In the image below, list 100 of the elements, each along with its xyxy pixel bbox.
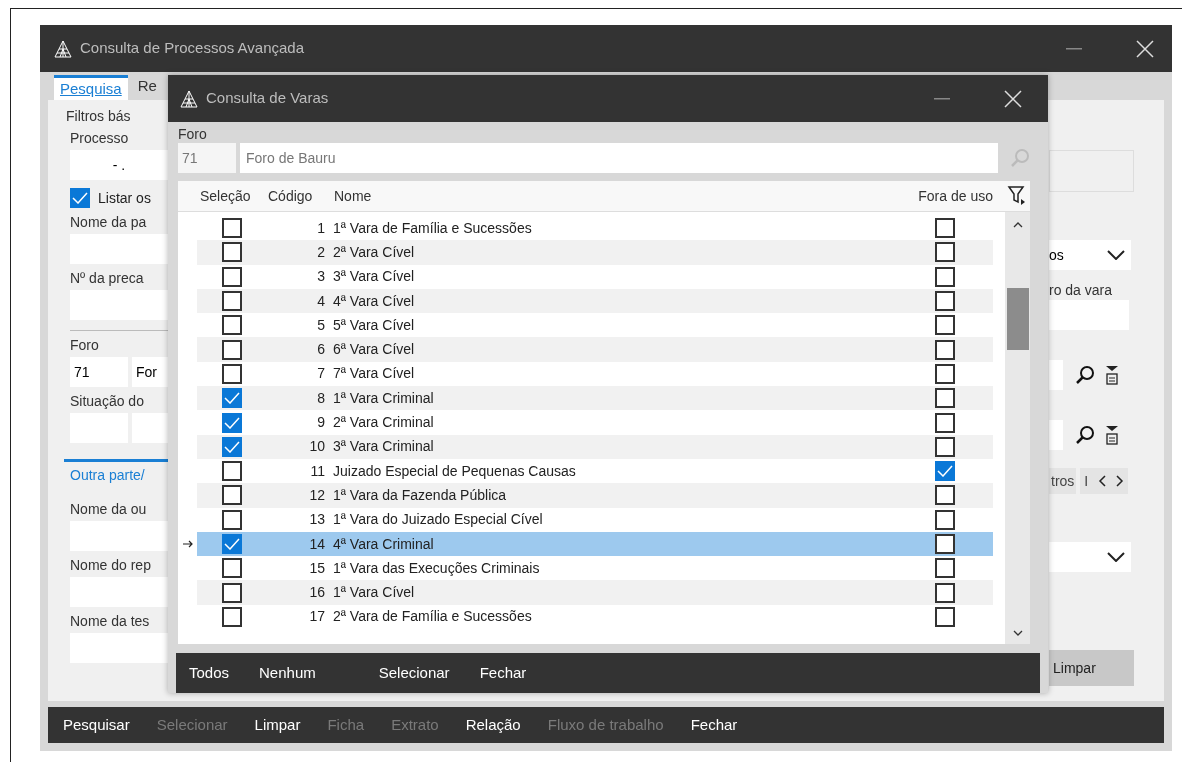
table-row[interactable]: 2 2ª Vara Cível — [197, 240, 993, 265]
checkbox[interactable] — [935, 436, 955, 457]
checkbox[interactable] — [935, 485, 955, 506]
input-field[interactable] — [1049, 360, 1063, 390]
checkbox[interactable] — [935, 582, 955, 603]
table-cell-text: 14 — [308, 534, 326, 554]
checkbox[interactable] — [222, 291, 242, 312]
checkbox[interactable] — [222, 363, 242, 384]
toolbar-button[interactable]: Limpar — [254, 713, 301, 737]
table-cell-text: 9 — [316, 413, 326, 432]
input-field[interactable] — [1049, 300, 1129, 330]
chevron-down-icon[interactable] — [1012, 630, 1023, 636]
column-header[interactable]: Fora de uso — [918, 185, 993, 207]
toolbar-button[interactable]: Pesquisar — [63, 713, 130, 737]
document-icon[interactable] — [1105, 425, 1119, 445]
table-cell-text: 4 — [316, 291, 326, 311]
chevron-down-icon — [1107, 250, 1125, 260]
scrollbar[interactable] — [1005, 212, 1030, 644]
checkbox[interactable] — [70, 188, 90, 208]
checkbox[interactable] — [935, 509, 955, 530]
checkbox[interactable] — [935, 218, 955, 239]
table-row[interactable]: 10 3ª Vara Criminal — [197, 434, 993, 459]
checkbox[interactable] — [222, 461, 242, 482]
footer-button[interactable]: Nenhum — [259, 661, 316, 685]
filter-icon[interactable] — [1007, 185, 1027, 207]
table-cell-text: 1ª Vara da Fazenda Pública — [333, 485, 508, 505]
group-title: Filtros bás — [66, 108, 132, 124]
table-row[interactable]: 4 4ª Vara Cível — [197, 288, 993, 314]
input-field[interactable] — [70, 633, 168, 663]
checkbox[interactable] — [222, 218, 242, 239]
checkbox[interactable] — [222, 485, 242, 506]
toolbar-button[interactable]: Fechar — [690, 713, 738, 737]
close-icon[interactable] — [1004, 89, 1022, 108]
checkbox[interactable] — [935, 363, 955, 384]
table-row[interactable]: 12 1ª Vara da Fazenda Pública — [197, 483, 993, 508]
checkbox[interactable] — [935, 388, 955, 409]
search-icon[interactable] — [1075, 365, 1095, 385]
checkbox[interactable] — [222, 558, 242, 579]
tab[interactable]: tros — [1049, 468, 1077, 494]
input-field[interactable]: 71 — [70, 357, 128, 387]
tab[interactable]: I — [1084, 470, 1089, 492]
input-field[interactable] — [70, 521, 168, 551]
scrollbar-thumb[interactable] — [1006, 288, 1029, 350]
toolbar-button[interactable]: Relação — [465, 713, 521, 737]
checkbox[interactable] — [222, 388, 242, 409]
checkbox[interactable] — [935, 291, 955, 312]
table-cell-text: 3ª Vara Criminal — [333, 437, 435, 457]
input-field[interactable] — [132, 413, 168, 443]
checkbox[interactable] — [935, 315, 955, 336]
document-icon[interactable] — [1105, 365, 1119, 385]
table-cell-text: 5 — [316, 315, 326, 335]
checkbox[interactable] — [935, 606, 955, 627]
input-field[interactable] — [70, 290, 168, 320]
clear-button[interactable]: Limpar — [1049, 650, 1134, 686]
footer-button[interactable]: Selecionar — [378, 661, 450, 685]
column-header[interactable]: Código — [266, 185, 334, 207]
chevron-right-icon[interactable] — [1116, 475, 1125, 487]
checkbox[interactable] — [935, 242, 955, 263]
checkbox[interactable] — [222, 315, 242, 336]
checkbox[interactable] — [935, 461, 955, 482]
arrow-right-icon — [182, 540, 193, 548]
checkbox[interactable] — [935, 534, 955, 554]
dropdown[interactable]: os — [1049, 240, 1131, 270]
close-icon[interactable] — [1136, 39, 1154, 58]
minimize-icon[interactable] — [1066, 47, 1082, 50]
input-field[interactable] — [70, 577, 168, 607]
search-icon[interactable] — [1075, 425, 1095, 445]
minimize-icon[interactable] — [934, 97, 950, 100]
checkbox[interactable] — [222, 509, 242, 530]
checkbox[interactable] — [935, 412, 955, 433]
chevron-left-icon[interactable] — [1098, 475, 1107, 487]
checkbox[interactable] — [222, 582, 242, 603]
column-header[interactable]: Seleção — [200, 185, 266, 207]
table-cell-text: 1 — [316, 218, 326, 238]
checkbox[interactable] — [222, 339, 242, 360]
checkbox[interactable] — [222, 242, 242, 263]
table-row[interactable]: 16 1ª Vara Cível — [197, 580, 993, 605]
checkbox[interactable] — [935, 266, 955, 287]
table-row[interactable]: 14 4ª Vara Criminal — [197, 531, 993, 557]
checkbox[interactable] — [222, 412, 242, 433]
table-row[interactable]: 8 1ª Vara Criminal — [197, 386, 993, 411]
chevron-up-icon[interactable] — [1012, 222, 1023, 228]
checkbox[interactable] — [222, 534, 242, 554]
table-cell-text: 2ª Vara Criminal — [333, 413, 435, 432]
footer-button[interactable]: Todos — [189, 661, 230, 685]
input-field[interactable] — [70, 234, 168, 264]
table-row[interactable]: 6 6ª Vara Cível — [197, 337, 993, 362]
tab[interactable]: Pesquisa — [54, 75, 128, 100]
checkbox[interactable] — [222, 436, 242, 457]
input-field[interactable] — [1049, 420, 1063, 450]
checkbox[interactable] — [222, 266, 242, 287]
checkbox[interactable] — [935, 339, 955, 360]
column-header[interactable]: Nome — [334, 185, 919, 207]
checkbox[interactable] — [222, 606, 242, 627]
footer-button[interactable]: Fechar — [479, 661, 527, 685]
window-title: Consulta de Processos Avançada — [80, 38, 305, 59]
table-cell-text: Juizado Especial de Pequenas Causas — [333, 461, 577, 481]
input-field[interactable]: For — [132, 357, 168, 387]
input-field[interactable]: - . — [70, 150, 168, 180]
checkbox[interactable] — [935, 558, 955, 579]
